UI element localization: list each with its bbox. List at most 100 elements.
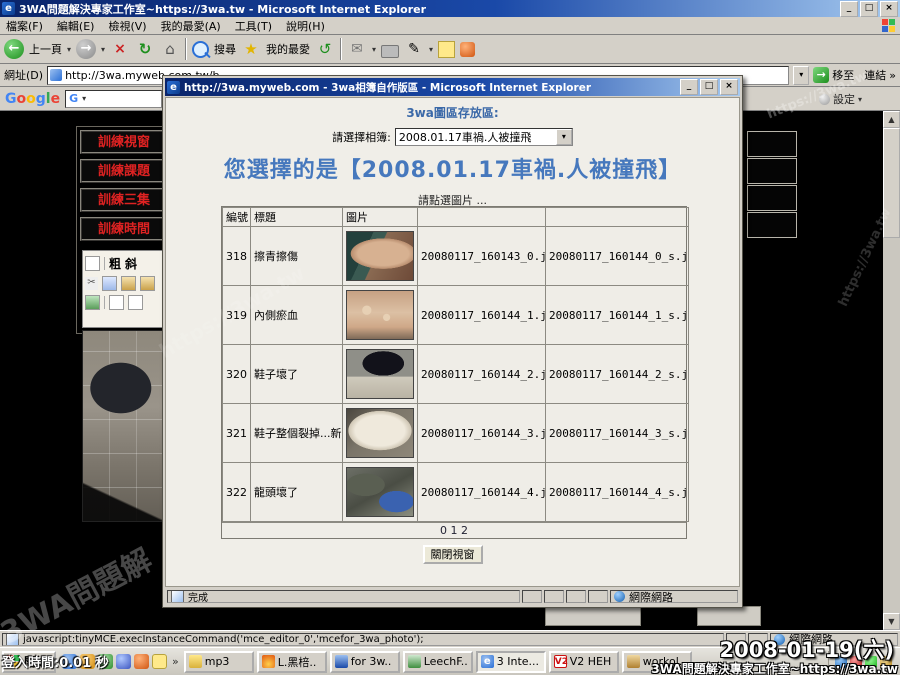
photo-thumbnail[interactable] — [346, 349, 414, 399]
menu-file[interactable]: 檔案(F) — [6, 18, 43, 34]
close-window-button[interactable]: 關閉視窗 — [423, 545, 483, 564]
photo-thumbnail[interactable] — [346, 408, 414, 458]
row-thumb-filename[interactable]: 20080117_160144_4_s.jpg — [546, 463, 689, 522]
menu-view[interactable]: 檢視(V) — [108, 18, 146, 34]
maximize-button[interactable]: □ — [860, 1, 878, 17]
google-letter: G — [5, 91, 17, 107]
edit-dropdown-icon[interactable]: ▾ — [429, 45, 433, 54]
menu-edit[interactable]: 編輯(E) — [57, 18, 95, 34]
album-select[interactable]: 2008.01.17車禍.人被撞飛 ▾ — [395, 128, 573, 146]
status-text: javascript:tinyMCE.execInstanceCommand('… — [2, 633, 724, 646]
nav-button-2[interactable]: 訓練課題 — [80, 159, 168, 183]
taskbar-button-6[interactable]: V2 V2 HEH — [549, 651, 619, 673]
refresh-icon[interactable]: ↻ — [135, 39, 155, 59]
taskbar-button-4[interactable]: LeechF.. — [403, 651, 473, 673]
row-thumb-filename[interactable]: 20080117_160144_1_s.jpg — [546, 286, 689, 345]
mail-dropdown-icon[interactable]: ▾ — [372, 45, 376, 54]
popup-minimize-button[interactable]: _ — [680, 79, 698, 95]
scroll-down-icon[interactable]: ▼ — [883, 613, 900, 630]
col-header-thumbname — [546, 208, 689, 227]
stop-icon[interactable]: × — [110, 39, 130, 59]
row-title: 龍頭壞了 — [251, 463, 343, 522]
go-button[interactable]: → 移至 — [813, 67, 854, 83]
google-settings-button[interactable]: 設定 ▾ — [819, 91, 862, 107]
back-dropdown-icon[interactable]: ▾ — [67, 45, 71, 54]
menu-help[interactable]: 說明(H) — [286, 18, 325, 34]
photo-thumbnail[interactable] — [346, 290, 414, 340]
favorites-label[interactable]: 我的最愛 — [266, 41, 310, 57]
album-select-dropdown-icon[interactable]: ▾ — [556, 129, 572, 145]
row-thumb-filename[interactable]: 20080117_160144_3_s.jpg — [546, 404, 689, 463]
italic-button[interactable]: 斜 — [125, 255, 137, 272]
google-search-input[interactable]: G ▾ — [65, 90, 162, 108]
close-button[interactable]: × — [880, 1, 898, 17]
nav-button-4[interactable]: 訓練時間 — [80, 217, 168, 241]
forward-dropdown-icon[interactable]: ▾ — [101, 45, 105, 54]
quicklaunch-msn-icon[interactable] — [116, 654, 131, 669]
table-icon[interactable] — [109, 295, 124, 310]
google-dropdown-icon[interactable]: ▾ — [82, 94, 86, 103]
row-filename[interactable]: 20080117_160143_0.jpg — [418, 227, 546, 286]
new-document-icon[interactable] — [85, 256, 100, 271]
quicklaunch-note-icon[interactable] — [152, 654, 167, 669]
address-dropdown-icon[interactable]: ▾ — [793, 66, 809, 85]
messenger-icon[interactable] — [460, 42, 475, 57]
menu-favorites[interactable]: 我的最愛(A) — [161, 18, 221, 34]
search-icon[interactable] — [192, 41, 209, 58]
mail-icon[interactable]: ✉ — [347, 39, 367, 59]
minimize-button[interactable]: _ — [840, 1, 858, 17]
task-label: L.黑棓.. — [278, 654, 317, 670]
discuss-icon[interactable] — [438, 41, 455, 58]
back-label[interactable]: 上一頁 — [29, 41, 62, 57]
popup-page: 3wa圖區存放區: 請選擇相簿: 2008.01.17車禍.人被撞飛 ▾ 您選擇… — [165, 97, 740, 587]
links-button[interactable]: 連結 » — [864, 67, 896, 83]
ie-app-icon: e — [167, 81, 180, 94]
photo-thumbnail[interactable] — [346, 467, 414, 517]
insert-image-icon[interactable] — [85, 295, 100, 310]
taskbar-button-mp3[interactable]: mp3 — [184, 651, 254, 673]
scrollbar-thumb[interactable] — [883, 128, 900, 238]
status-segment — [522, 590, 542, 603]
photo-thumbnail[interactable] — [346, 231, 414, 281]
row-thumb-filename[interactable]: 20080117_160144_2_s.jpg — [546, 345, 689, 404]
row-filename[interactable]: 20080117_160144_1.jpg — [418, 286, 546, 345]
paste-icon[interactable] — [121, 276, 136, 291]
bold-button[interactable]: 粗 — [109, 255, 121, 272]
taskbar-button-3[interactable]: for 3w.. — [330, 651, 400, 673]
popup-close-button[interactable]: × — [720, 79, 738, 95]
copy-icon[interactable] — [102, 276, 117, 291]
edit-icon[interactable]: ✎ — [404, 39, 424, 59]
print-icon[interactable] — [381, 45, 399, 58]
main-scrollbar[interactable]: ▲ ▼ — [883, 111, 900, 630]
work-icon — [627, 655, 640, 668]
quicklaunch-overflow-icon[interactable]: » — [172, 655, 179, 668]
nav-button-3[interactable]: 訓練三集 — [80, 188, 168, 212]
popup-statusbar: 完成 網際網路 — [165, 588, 740, 605]
menu-tools[interactable]: 工具(T) — [235, 18, 272, 34]
history-icon[interactable]: ↺ — [315, 39, 335, 59]
row-filename[interactable]: 20080117_160144_3.jpg — [418, 404, 546, 463]
forward-icon[interactable]: → — [76, 39, 96, 59]
popup-maximize-button[interactable]: □ — [700, 79, 718, 95]
back-icon[interactable]: ← — [4, 39, 24, 59]
search-label[interactable]: 搜尋 — [214, 41, 236, 57]
cut-icon[interactable]: ✂ — [85, 277, 98, 290]
row-filename[interactable]: 20080117_160144_2.jpg — [418, 345, 546, 404]
taskbar-button-2[interactable]: L.黑棓.. — [257, 651, 327, 673]
col-header-image: 圖片 — [343, 208, 418, 227]
quicklaunch-flame-icon[interactable] — [134, 654, 149, 669]
home-icon[interactable]: ⌂ — [160, 39, 180, 59]
pagination[interactable]: 0 1 2 — [222, 522, 686, 538]
paste-word-icon[interactable] — [140, 276, 155, 291]
go-label: 移至 — [832, 67, 854, 83]
nav-button-1[interactable]: 訓練視窗 — [80, 130, 168, 154]
favorites-icon[interactable]: ★ — [241, 39, 261, 59]
scroll-up-icon[interactable]: ▲ — [883, 111, 900, 128]
browser-title: 3WA問題解決專家工作室~https://3wa.tw - Microsoft … — [19, 1, 426, 17]
background-block — [697, 606, 761, 626]
row-thumb-filename[interactable]: 20080117_160144_0_s.jpg — [546, 227, 689, 286]
pavement-photo[interactable] — [82, 330, 168, 522]
table-row-icon[interactable] — [128, 295, 143, 310]
row-filename[interactable]: 20080117_160144_4.jpg — [418, 463, 546, 522]
taskbar-button-ie-active[interactable]: e 3 Inte... — [476, 651, 546, 673]
